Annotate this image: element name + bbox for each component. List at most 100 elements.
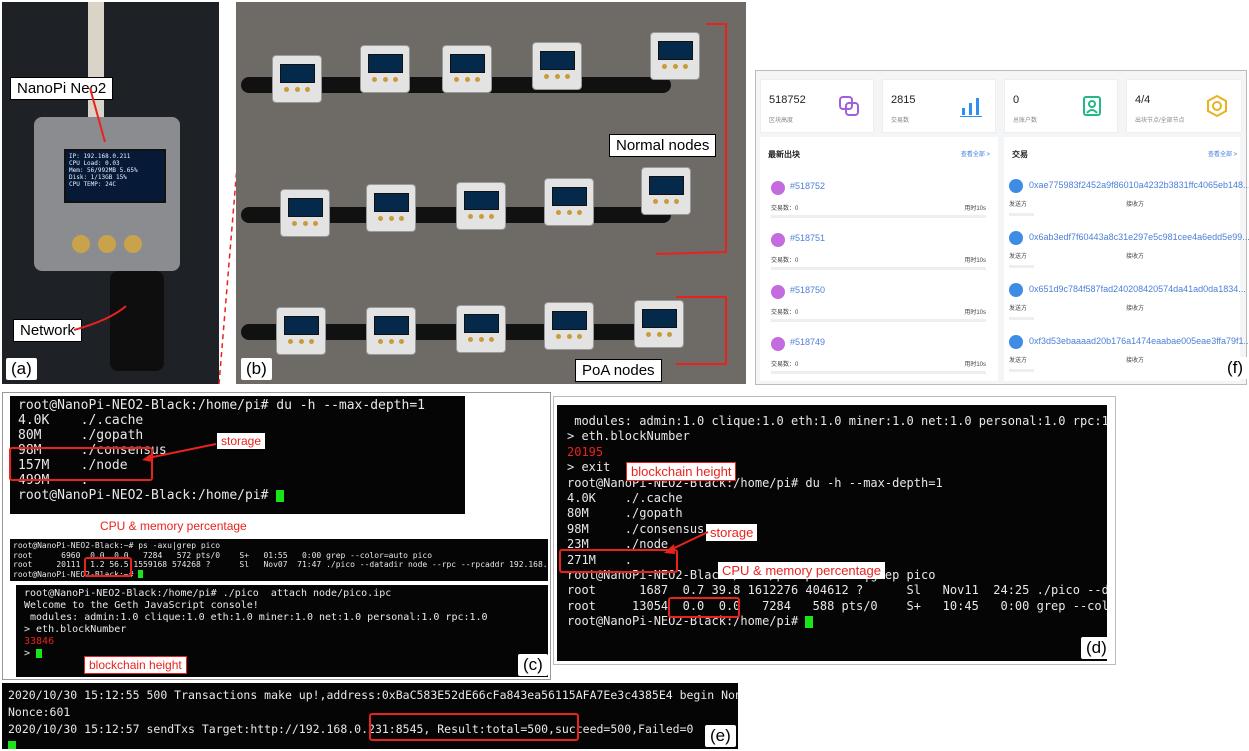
tx-hash[interactable]: 0xae775983f2452a9f86010a4232b3831ffc4065… [1029, 180, 1249, 190]
block-number[interactable]: #518751 [790, 233, 825, 243]
stat-value: 518752 [769, 94, 806, 106]
tx-item[interactable]: 0xae775983f2452a9f86010a4232b3831ffc4065… [1006, 173, 1249, 223]
tx-icon [1009, 283, 1023, 297]
terminal-line: 4.0K ./.cache [18, 413, 144, 428]
storage-arrow-c [142, 443, 217, 462]
cpu-label-d: CPU & memory percentage [718, 562, 885, 579]
tx-to: 接收方 [1126, 358, 1145, 364]
terminal-line: 98M ./consensus [567, 521, 705, 536]
terminal-cursor[interactable] [36, 648, 43, 658]
terminal-cursor[interactable] [805, 615, 814, 628]
normal-nodes-label: Normal nodes [609, 134, 717, 157]
stat-label: 出块节点/全部节点 [1135, 118, 1185, 124]
tx-hash[interactable]: 0x6ab3edf7f60443a8c31e297e5c981cee4a6edd… [1029, 232, 1249, 242]
terminal-line: 2020/10/30 15:12:55 500 Transactions mak… [8, 688, 738, 702]
block-item[interactable]: #518750 交易数：0 用时10s [768, 277, 990, 327]
block-tx-count: 交易数：0 [771, 310, 799, 316]
block-number[interactable]: #518749 [790, 337, 825, 347]
cpu-highlight-d [668, 597, 740, 618]
panel-f-dashboard: 518752 区块高度 2815 交易数 0 总账户数 4/4 出块节点/全部节… [755, 70, 1249, 385]
tx-icon [1009, 179, 1023, 193]
storage-label-c: storage [217, 433, 266, 449]
tx-hash[interactable]: 0x651d9c784f587fad240208420574da41ad0da1… [1029, 284, 1249, 294]
block-height-label-c: blockchain height [84, 656, 187, 674]
panel-f-tag: (f) [1222, 357, 1249, 379]
stat-value: 2815 [891, 94, 916, 106]
block-item[interactable]: #518751 交易数：0 用时10s [768, 225, 990, 275]
normal-nodes-bracket [655, 23, 727, 365]
stat-label: 交易数 [891, 118, 910, 124]
latest-blocks-card: 最新出块 查看全部 > #518752 交易数：0 用时10s #518751 交易数… [760, 137, 998, 381]
tx-from: 发送方 [1009, 306, 1028, 312]
terminal-line: root@NanoPi-NEO2-Black:/home/pi# du -h -… [18, 398, 425, 413]
block-icon [771, 337, 785, 351]
tx-hash[interactable]: 0xf3d53ebaaaad20b176a1474eaabae005eae3ff… [1029, 336, 1249, 346]
block-tx-count: 交易数：0 [771, 206, 799, 212]
storage-label-d: storage [706, 524, 758, 541]
tx-from: 发送方 [1009, 254, 1028, 260]
block-number[interactable]: #518752 [790, 181, 825, 191]
tx-item[interactable]: 0x6ab3edf7f60443a8c31e297e5c981cee4a6edd… [1006, 225, 1249, 275]
panel-e-tag: (e) [705, 725, 736, 747]
panel-b-photo: Normal nodes PoA nodes (b) [236, 2, 746, 384]
terminal-line: 80M ./gopath [567, 506, 683, 521]
stat-nodes: 4/4 出块节点/全部节点 [1126, 79, 1242, 133]
tx-item[interactable]: 0xf3d53ebaaaad20b176a1474eaabae005eae3ff… [1006, 329, 1249, 379]
terminal-cursor[interactable] [8, 740, 16, 749]
tx-to: 接收方 [1126, 202, 1145, 208]
terminal-d: modules: admin:1.0 clique:1.0 eth:1.0 mi… [557, 405, 1107, 661]
tx-to: 接收方 [1126, 306, 1145, 312]
block-time: 用时10s [964, 258, 986, 264]
view-all-tx-link[interactable]: 查看全部 > [1208, 149, 1237, 158]
storage-highlight-c [9, 447, 153, 481]
user-icon [1083, 96, 1101, 116]
result-highlight-e [369, 713, 579, 741]
terminal-line: Welcome to the Geth JavaScript console! [24, 600, 259, 611]
stat-value: 4/4 [1135, 94, 1151, 106]
block-height-value-d: 20195 [567, 444, 604, 459]
terminal-line: root@NanoPi-NEO2-Black:~# ps -axu|grep p… [13, 541, 221, 550]
copy-icon [839, 96, 859, 116]
terminal-line: > eth.blockNumber [567, 429, 690, 444]
latest-blocks-title: 最新出块 [768, 150, 800, 159]
panel-b-tag: (b) [241, 358, 272, 380]
nodes-icon [1207, 94, 1227, 118]
terminal-line: root 1687 0.7 39.8 1612276 404612 ? Sl N… [567, 583, 1107, 598]
stat-accounts: 0 总账户数 [1004, 79, 1118, 133]
stat-label: 总账户数 [1013, 118, 1038, 124]
tx-icon [1009, 231, 1023, 245]
tx-item[interactable]: 0x651d9c784f587fad240208420574da41ad0da1… [1006, 277, 1249, 327]
tx-from: 发送方 [1009, 202, 1028, 208]
block-item[interactable]: #518749 交易数：0 用时10s [768, 329, 990, 379]
block-number[interactable]: #518750 [790, 285, 825, 295]
block-icon [771, 233, 785, 247]
block-time: 用时10s [964, 362, 986, 368]
cpu-label-c: CPU & memory percentage [96, 518, 251, 534]
stat-value: 0 [1013, 94, 1020, 106]
terminal-line: root 13054 0.0 0.0 7284 588 pts/0 S+ 10:… [567, 598, 1107, 613]
terminal-line: 4.0K ./.cache [567, 491, 683, 506]
cpu-highlight-c [84, 557, 132, 577]
terminal-prompt: > [24, 648, 37, 659]
block-height-label-d: blockchain height [626, 462, 737, 481]
block-tx-count: 交易数：0 [771, 258, 799, 264]
terminal-line: root@NanoPi-NEO2-Black:/home/pi# ./pico … [24, 588, 392, 599]
block-tx-count: 交易数：0 [771, 362, 799, 368]
view-all-blocks-link[interactable]: 查看全部 > [961, 149, 990, 158]
stat-tx-count: 2815 交易数 [882, 79, 996, 133]
panel-a-arrows [73, 9, 250, 385]
terminal-cursor[interactable] [138, 570, 144, 578]
panel-c-tag: (c) [518, 654, 548, 676]
block-time: 用时10s [964, 206, 986, 212]
block-item[interactable]: #518752 交易数：0 用时10s [768, 173, 990, 223]
block-icon [771, 285, 785, 299]
terminal-cursor[interactable] [276, 489, 285, 502]
tx-icon [1009, 335, 1023, 349]
block-icon [771, 181, 785, 195]
storage-arrow-d [664, 531, 709, 554]
bar-chart-icon [960, 98, 982, 117]
stat-label: 区块高度 [769, 118, 794, 124]
storage-highlight-d [559, 549, 678, 573]
terminal-line: modules: admin:1.0 clique:1.0 eth:1.0 mi… [24, 612, 488, 623]
poa-nodes-label: PoA nodes [575, 359, 662, 382]
